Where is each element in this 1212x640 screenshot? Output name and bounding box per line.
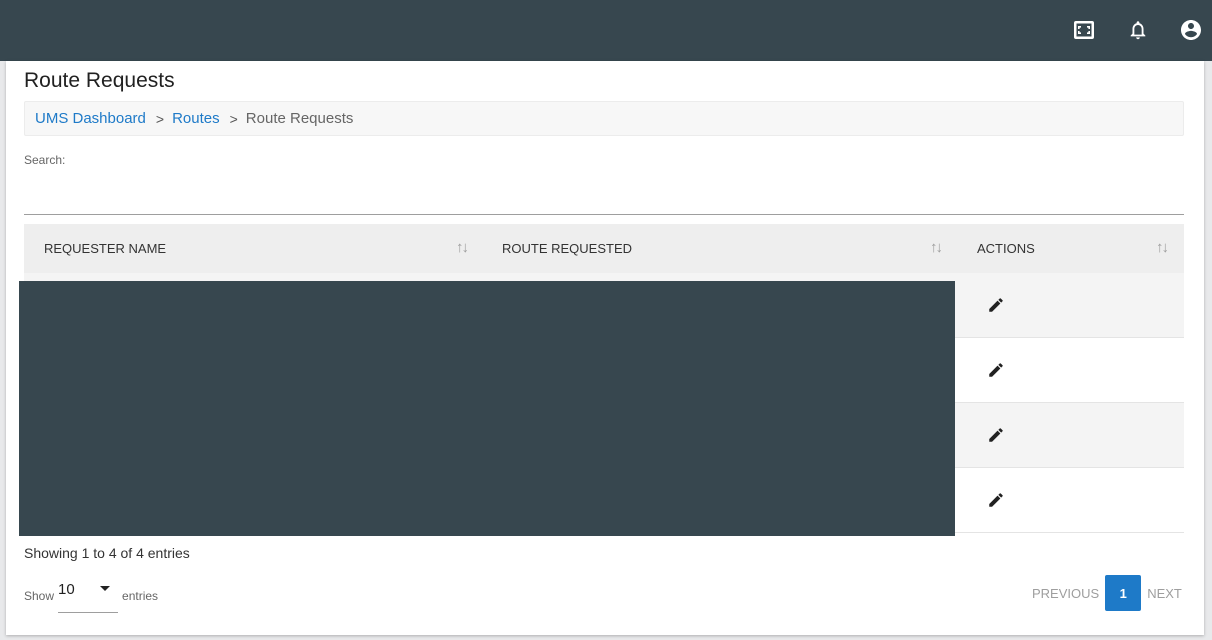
column-header-label: REQUESTER NAME bbox=[44, 241, 167, 256]
column-header-route-requested[interactable]: ROUTE REQUESTED bbox=[502, 224, 932, 273]
page-length-control: Show 10 entries bbox=[24, 579, 158, 613]
column-header-label: ACTIONS bbox=[977, 241, 1035, 256]
fullscreen-icon[interactable] bbox=[1069, 15, 1099, 45]
search-input[interactable] bbox=[24, 171, 1184, 215]
show-label: Show bbox=[24, 589, 55, 603]
sort-arrows-icon[interactable]: ↑↓ bbox=[930, 239, 943, 256]
column-header-actions[interactable]: ACTIONS bbox=[977, 224, 1137, 273]
bell-icon[interactable] bbox=[1123, 15, 1153, 45]
account-circle-icon[interactable] bbox=[1176, 15, 1206, 45]
redacted-block bbox=[19, 281, 955, 536]
top-app-bar bbox=[0, 0, 1212, 61]
edit-icon[interactable] bbox=[984, 488, 1008, 512]
breadcrumb-link-ums-dashboard[interactable]: UMS Dashboard bbox=[35, 110, 146, 127]
entries-label: entries bbox=[122, 589, 159, 603]
edit-icon[interactable] bbox=[984, 358, 1008, 382]
page-title: Route Requests bbox=[24, 69, 175, 92]
pagination-next[interactable]: NEXT bbox=[1147, 586, 1182, 601]
sort-arrows-icon[interactable]: ↑↓ bbox=[456, 239, 469, 256]
chevron-right-icon: > bbox=[229, 110, 238, 127]
table-header: REQUESTER NAME ↑↓ ROUTE REQUESTED ↑↓ ACT… bbox=[24, 224, 1184, 273]
pagination: PREVIOUS 1 NEXT bbox=[1032, 575, 1182, 611]
pagination-page-1[interactable]: 1 bbox=[1105, 575, 1142, 611]
breadcrumb-current: Route Requests bbox=[245, 110, 354, 127]
sort-arrows-icon[interactable]: ↑↓ bbox=[1156, 239, 1169, 256]
column-header-label: ROUTE REQUESTED bbox=[502, 241, 633, 256]
table-info: Showing 1 to 4 of 4 entries bbox=[24, 545, 190, 561]
pagination-previous[interactable]: PREVIOUS bbox=[1032, 586, 1099, 601]
chevron-right-icon: > bbox=[155, 110, 165, 127]
breadcrumb: UMS Dashboard > Routes > Route Requests bbox=[24, 101, 1184, 136]
route-requests-table: REQUESTER NAME ↑↓ ROUTE REQUESTED ↑↓ ACT… bbox=[24, 224, 1184, 533]
edit-icon[interactable] bbox=[984, 423, 1008, 447]
page-length-value: 10 bbox=[58, 581, 75, 598]
column-header-requester-name[interactable]: REQUESTER NAME bbox=[44, 224, 474, 273]
search-label: Search: bbox=[24, 153, 66, 167]
edit-icon[interactable] bbox=[984, 293, 1008, 317]
caret-down-icon bbox=[100, 586, 111, 591]
page-length-select[interactable]: 10 bbox=[58, 579, 119, 613]
breadcrumb-link-routes[interactable]: Routes bbox=[172, 110, 220, 127]
